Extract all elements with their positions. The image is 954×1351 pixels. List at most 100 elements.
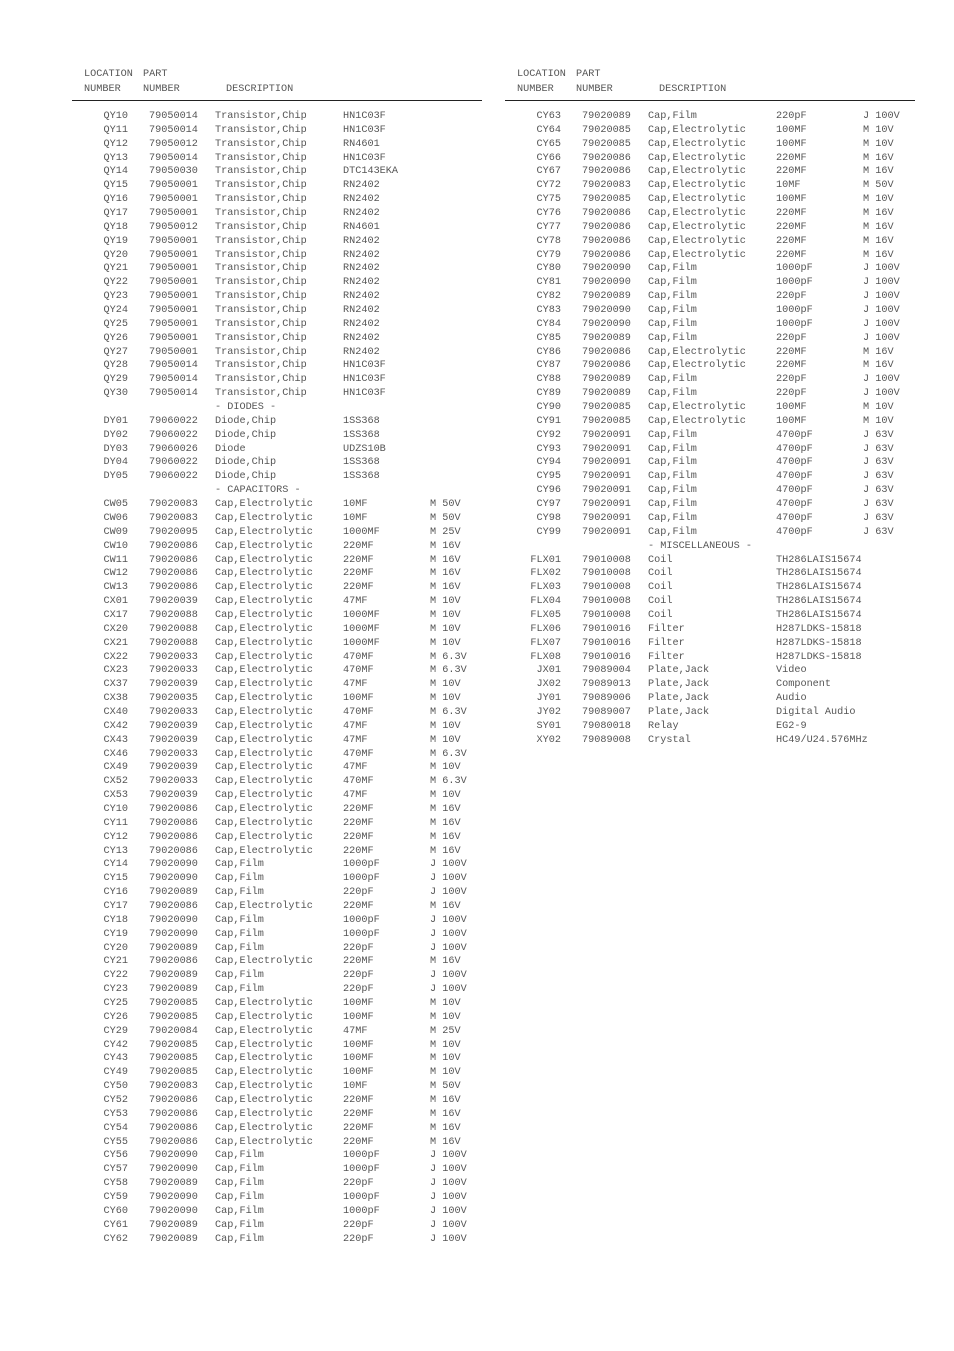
part-row: QY21 79050001 Transistor,Chip RN2402 bbox=[72, 262, 482, 276]
part-value: 470MF bbox=[343, 706, 374, 718]
part-number: 79020089 bbox=[149, 1178, 198, 1190]
part-value: 1000pF bbox=[343, 1192, 380, 1204]
location-number: CY23 bbox=[103, 984, 128, 996]
location-number: CY88 bbox=[536, 374, 561, 386]
location-number: CY86 bbox=[536, 346, 561, 358]
location-number: FLX04 bbox=[530, 596, 561, 608]
description: Cap,Film bbox=[215, 1219, 264, 1231]
part-value: 1000pF bbox=[776, 318, 813, 330]
location-number: CY16 bbox=[103, 887, 128, 899]
part-value: 220pF bbox=[776, 111, 807, 122]
tolerance-rating: J 100V bbox=[863, 111, 900, 122]
description: Filter bbox=[648, 623, 685, 635]
description: Cap,Electrolytic bbox=[215, 998, 313, 1009]
part-row: CY13 79020086 Cap,Electrolytic 220MF M 16V bbox=[72, 845, 482, 859]
tolerance-rating: J 100V bbox=[863, 305, 900, 317]
location-number: QY14 bbox=[103, 166, 128, 178]
part-number: 79010016 bbox=[582, 637, 631, 649]
description: Cap,Electrolytic bbox=[215, 637, 313, 649]
part-number: 79020090 bbox=[149, 928, 198, 940]
location-number: CY90 bbox=[536, 402, 561, 414]
part-row: CX20 79020088 Cap,Electrolytic 1000MF M 10V bbox=[72, 623, 482, 637]
tolerance-rating: M 16V bbox=[430, 1108, 461, 1120]
part-row: CY66 79020086 Cap,Electrolytic 220MF M 16V bbox=[505, 152, 915, 166]
description: Cap,Electrolytic bbox=[648, 402, 746, 414]
tolerance-rating: M 16V bbox=[430, 1122, 461, 1134]
part-number: 79050030 bbox=[149, 166, 198, 178]
tolerance-rating: M 50V bbox=[863, 180, 894, 192]
tolerance-rating: M 16V bbox=[430, 831, 461, 843]
description: Cap,Electrolytic bbox=[215, 1122, 313, 1134]
part-row: CY58 79020089 Cap,Film 220pF J 100V bbox=[72, 1177, 482, 1191]
description: Cap,Electrolytic bbox=[215, 748, 313, 760]
tolerance-rating: M 16V bbox=[430, 845, 461, 857]
part-row: QY11 79050014 Transistor,Chip HN1C03F bbox=[72, 124, 482, 138]
part-value: 100MF bbox=[776, 138, 807, 150]
tolerance-rating: M 16V bbox=[863, 208, 894, 220]
part-value: 1000pF bbox=[343, 1205, 380, 1217]
part-row: CY54 79020086 Cap,Electrolytic 220MF M 16V bbox=[72, 1122, 482, 1136]
part-row: CW05 79020083 Cap,Electrolytic 10MF M 50V bbox=[72, 498, 482, 512]
part-value: 10MF bbox=[343, 499, 368, 511]
description: Cap,Film bbox=[215, 1233, 264, 1245]
location-number: CY43 bbox=[103, 1053, 128, 1065]
tolerance-rating: M 16V bbox=[430, 1095, 461, 1107]
part-row: CX49 79020039 Cap,Electrolytic 47MF M 10V bbox=[72, 761, 482, 775]
part-number: 79020086 bbox=[582, 235, 631, 247]
tolerance-rating: J 100V bbox=[430, 970, 467, 982]
header-part-label: PART bbox=[576, 69, 601, 80]
part-value: 100MF bbox=[343, 1039, 374, 1051]
location-number: QY30 bbox=[103, 388, 128, 400]
description: Cap,Electrolytic bbox=[215, 623, 313, 635]
part-row: CY81 79020090 Cap,Film 1000pF J 100V bbox=[505, 276, 915, 290]
location-number: FLX03 bbox=[530, 582, 561, 594]
tolerance-rating: M 16V bbox=[863, 346, 894, 358]
part-value: 220pF bbox=[343, 984, 374, 996]
part-row: CY67 79020086 Cap,Electrolytic 220MF M 16V bbox=[505, 165, 915, 179]
part-number: 79089006 bbox=[582, 693, 631, 705]
part-value: 1SS368 bbox=[343, 415, 380, 427]
tolerance-rating: M 10V bbox=[430, 1039, 461, 1051]
location-number: CY85 bbox=[536, 332, 561, 344]
description: Cap,Film bbox=[648, 263, 697, 275]
part-value: UDZS10B bbox=[343, 443, 386, 455]
part-number: 79020086 bbox=[149, 568, 198, 580]
part-number: 79020085 bbox=[582, 194, 631, 206]
part-value: 10MF bbox=[343, 1081, 368, 1093]
tolerance-rating: M 50V bbox=[430, 1081, 461, 1093]
part-number: 79050001 bbox=[149, 208, 198, 220]
description: Transistor,Chip bbox=[215, 277, 307, 289]
description: Transistor,Chip bbox=[215, 194, 307, 206]
part-row: CW10 79020086 Cap,Electrolytic 220MF M 16V bbox=[72, 540, 482, 554]
location-number: CX40 bbox=[103, 706, 128, 718]
part-value: 220pF bbox=[343, 1233, 374, 1245]
column-header: LOCATION PART NUMBER NUMBER DESCRIPTION bbox=[505, 68, 915, 98]
part-number: 79020086 bbox=[582, 152, 631, 164]
location-number: CW13 bbox=[103, 582, 128, 594]
description: Transistor,Chip bbox=[215, 318, 307, 330]
part-number: 79020089 bbox=[149, 1233, 198, 1245]
part-number: 79050001 bbox=[149, 249, 198, 261]
part-row: CY92 79020091 Cap,Film 4700pF J 63V bbox=[505, 429, 915, 443]
location-number: CY10 bbox=[103, 803, 128, 815]
tolerance-rating: J 100V bbox=[430, 1178, 467, 1190]
part-row: CX42 79020039 Cap,Electrolytic 47MF M 10V bbox=[72, 720, 482, 734]
description: Transistor,Chip bbox=[215, 180, 307, 192]
part-value: DTC143EKA bbox=[343, 166, 399, 178]
part-value: 4700pF bbox=[776, 471, 813, 483]
part-number: 79020089 bbox=[149, 970, 198, 982]
location-number: CX52 bbox=[103, 776, 128, 788]
part-row: CY25 79020085 Cap,Electrolytic 100MF M 10V bbox=[72, 997, 482, 1011]
part-number: 79020085 bbox=[582, 124, 631, 136]
part-number: 79020089 bbox=[582, 388, 631, 400]
part-value: H287LDKS-15818 bbox=[776, 637, 862, 649]
location-number: CX17 bbox=[103, 609, 128, 621]
part-row: DY04 79060022 Diode,Chip 1SS368 bbox=[72, 456, 482, 470]
part-number: 79020091 bbox=[582, 457, 631, 469]
part-value: HC49/U24.576MHz bbox=[776, 734, 868, 746]
description: Cap,Electrolytic bbox=[215, 596, 313, 608]
part-value: 220MF bbox=[343, 540, 374, 552]
tolerance-rating: J 100V bbox=[430, 873, 467, 885]
part-number: 79010008 bbox=[582, 568, 631, 580]
part-value: 220pF bbox=[343, 1219, 374, 1231]
